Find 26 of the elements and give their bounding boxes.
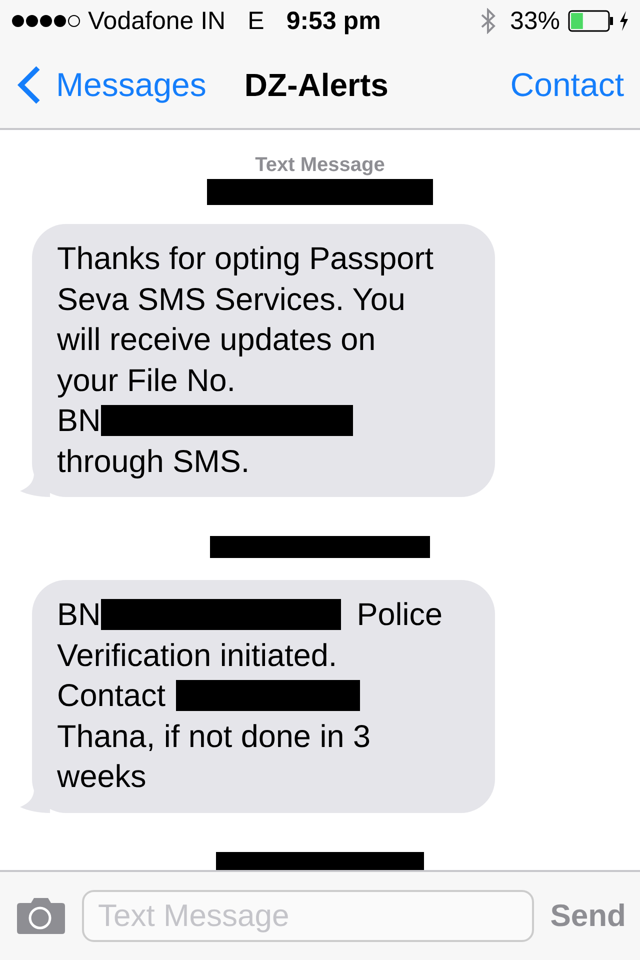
bluetooth-icon [480,8,496,34]
message-text: Contact [57,676,166,715]
battery-icon [568,10,614,32]
message-text: Thanks for opting Passport [57,239,434,278]
camera-icon[interactable] [16,897,66,935]
back-chevron-icon[interactable] [16,65,42,105]
message-text: weeks [57,757,146,796]
message-text: Police [356,595,443,634]
signal-strength-icon [12,15,80,27]
message-text: through SMS. [57,442,250,480]
carrier-name: Vodafone IN [88,6,226,36]
message-type-label: Text Message [255,154,385,177]
message-text: your File No. [57,360,236,400]
message-text: Verification initiated. [57,636,338,674]
conversation-title: DZ-Alerts [244,66,390,104]
message-text: Seva SMS Services. You [57,280,406,318]
contact-link[interactable]: Contact [510,66,624,104]
message-text: BN [57,401,101,440]
back-link[interactable]: Messages [56,66,206,104]
message-text: will receive updates on [57,320,376,359]
message-text: BN [57,595,101,634]
send-button[interactable]: Send [550,898,626,934]
battery-percentage: 33% [510,6,560,36]
message-text: Thana, if not done in 3 [57,716,370,756]
network-type: E [248,6,264,36]
clock-time: 9:53 pm [286,6,382,36]
